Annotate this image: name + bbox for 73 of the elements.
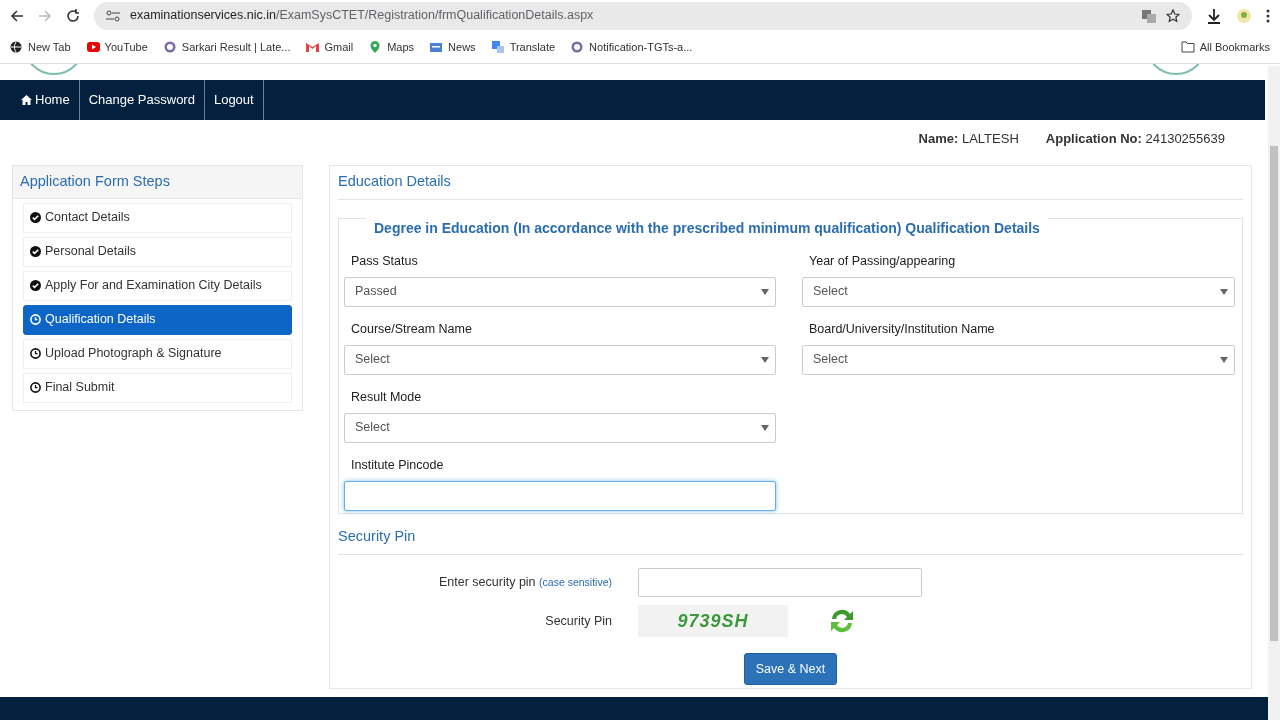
select-field[interactable]: Select bbox=[802, 276, 1235, 307]
section-title: Education Details bbox=[338, 170, 1243, 200]
check-circle-icon bbox=[30, 280, 41, 292]
circle-icon bbox=[571, 41, 585, 53]
translate-icon bbox=[491, 41, 505, 53]
bookmark[interactable]: Notification-TGTs-a... bbox=[571, 38, 693, 56]
field-label: Institute Pincode bbox=[350, 456, 445, 474]
save-next-button[interactable]: Save & Next bbox=[743, 652, 838, 686]
step-item[interactable]: Final Submit bbox=[23, 372, 292, 403]
bookmark[interactable]: News bbox=[430, 38, 476, 56]
nav-link[interactable]: Change Password bbox=[79, 80, 205, 120]
forward-icon[interactable] bbox=[38, 8, 52, 23]
address-bar[interactable]: examinationservices.nic.in/ExamSysCTET/Registration/frmQualificationDetails.aspx bbox=[94, 1, 1192, 30]
check-circle-icon bbox=[30, 212, 41, 224]
caret-icon bbox=[1220, 288, 1228, 295]
nav-link[interactable]: Home bbox=[12, 80, 80, 120]
bookmark[interactable]: YouTube bbox=[86, 38, 148, 56]
download-icon[interactable] bbox=[1206, 7, 1222, 24]
clock-icon bbox=[30, 382, 41, 394]
caret-icon bbox=[1220, 356, 1228, 363]
step-item[interactable]: Contact Details bbox=[23, 202, 292, 233]
clock-icon bbox=[30, 314, 41, 326]
clock-icon bbox=[30, 348, 41, 360]
folder-icon bbox=[1180, 41, 1195, 53]
video-icon bbox=[86, 41, 100, 53]
step-item[interactable]: Upload Photograph & Signature bbox=[23, 338, 292, 369]
application-number: Application No: 24130255639 bbox=[1045, 130, 1225, 148]
select-field[interactable]: Select bbox=[344, 412, 776, 443]
scrollbar[interactable] bbox=[1268, 66, 1280, 720]
refresh-icon[interactable] bbox=[828, 607, 856, 635]
nav-link[interactable]: Logout bbox=[204, 80, 264, 120]
profile-icon[interactable] bbox=[1236, 7, 1252, 24]
news-icon bbox=[430, 41, 444, 53]
input-field[interactable] bbox=[344, 480, 776, 511]
applicant-name: Name: LALTESH bbox=[918, 130, 1019, 148]
check-circle-icon bbox=[30, 246, 41, 258]
step-item[interactable]: Personal Details bbox=[23, 236, 292, 267]
step-item[interactable]: Apply For and Examination City Details bbox=[23, 270, 292, 301]
bookmark[interactable]: Sarkari Result | Late... bbox=[163, 38, 291, 56]
url-text: examinationservices.nic.in/ExamSysCTET/Registration/frmQualificationDetails.aspx bbox=[130, 7, 594, 25]
bookmark[interactable]: Gmail bbox=[306, 38, 354, 56]
panel-title: Application Form Steps bbox=[13, 166, 302, 199]
select-field[interactable]: Select bbox=[344, 344, 776, 375]
bookmark[interactable]: New Tab bbox=[10, 38, 71, 56]
captcha-image: 9739SH bbox=[638, 605, 788, 637]
circle-icon bbox=[163, 41, 177, 53]
field-label: Result Mode bbox=[350, 388, 423, 406]
caret-icon bbox=[761, 424, 769, 431]
back-icon[interactable] bbox=[10, 8, 24, 23]
step-item[interactable]: Qualification Details bbox=[23, 304, 292, 335]
bookmark[interactable]: Translate bbox=[491, 38, 556, 56]
star-icon[interactable] bbox=[1166, 8, 1180, 23]
field-label: Enter security pin (case sensitive) bbox=[438, 573, 613, 591]
field-label: Board/University/Institution Name bbox=[808, 320, 996, 338]
select-field[interactable]: Passed bbox=[344, 276, 776, 307]
bookmark[interactable]: Maps bbox=[369, 38, 415, 56]
field-label: Security Pin bbox=[544, 612, 613, 630]
field-label: Course/Stream Name bbox=[350, 320, 473, 338]
site-info-icon[interactable] bbox=[106, 9, 120, 22]
mail-icon bbox=[306, 41, 320, 53]
field-label: Pass Status bbox=[350, 252, 419, 270]
globe-icon bbox=[10, 41, 23, 53]
section-title: Security Pin bbox=[338, 521, 1243, 555]
translate-icon[interactable] bbox=[1142, 8, 1156, 23]
all-bookmarks-link[interactable]: All Bookmarks bbox=[1180, 38, 1270, 56]
field-label: Year of Passing/appearing bbox=[808, 252, 957, 270]
caret-icon bbox=[761, 356, 769, 363]
caret-icon bbox=[761, 288, 769, 295]
menu-icon[interactable] bbox=[1266, 8, 1270, 23]
fieldset-legend: Degree in Education (In accordance with the prescribed minimum qualification) Qualification Details bbox=[366, 217, 1048, 239]
select-field[interactable]: Select bbox=[802, 344, 1235, 375]
input-field[interactable] bbox=[638, 567, 922, 597]
reload-icon[interactable] bbox=[66, 8, 80, 23]
